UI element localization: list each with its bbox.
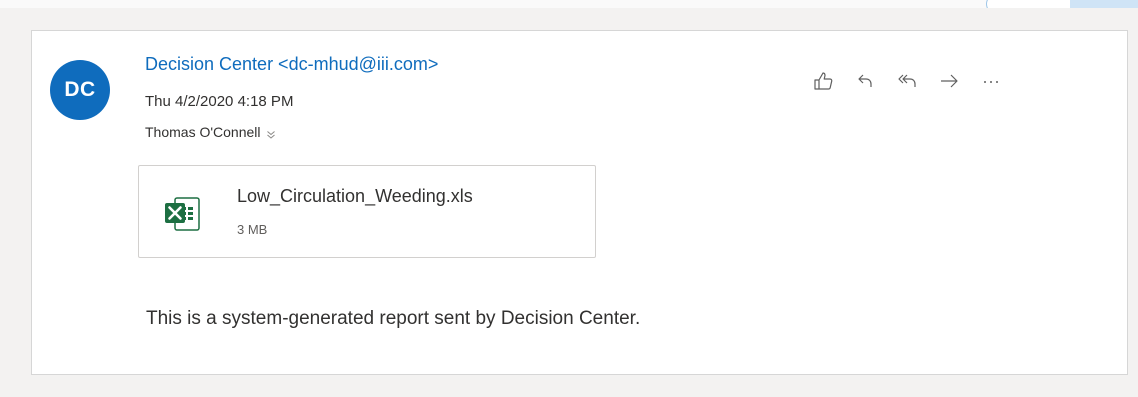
- avatar-initials: DC: [64, 78, 96, 101]
- thumbs-up-icon: [814, 72, 833, 90]
- reply-icon: [858, 74, 872, 87]
- attachment-card[interactable]: Low_Circulation_Weeding.xls 3 MB: [138, 165, 596, 258]
- message-body-text: This is a system-generated report sent b…: [146, 308, 641, 329]
- recipient-name: Thomas O'Connell: [145, 124, 261, 140]
- sent-date: Thu 4/2/2020 4:18 PM: [145, 93, 294, 110]
- reply-all-button[interactable]: [890, 64, 924, 98]
- forward-arrow-icon: [941, 74, 958, 88]
- sender-name[interactable]: Decision Center <dc-mhud@iii.com>: [145, 54, 438, 75]
- attachment-file-name: Low_Circulation_Weeding.xls: [237, 186, 473, 206]
- more-actions-button[interactable]: [974, 64, 1008, 98]
- attachment-file-size: 3 MB: [237, 222, 268, 237]
- tab-edge: [986, 0, 1078, 8]
- forward-button[interactable]: [932, 64, 966, 98]
- recipient-row: Thomas O'Connell: [145, 124, 276, 140]
- tab-highlight: [1070, 0, 1138, 8]
- like-button[interactable]: [806, 64, 840, 98]
- reply-all-icon: [898, 74, 916, 87]
- excel-file-icon: [165, 197, 200, 231]
- message-actions-toolbar: [806, 64, 1016, 98]
- top-right-tab-fragment: [978, 0, 1138, 8]
- chevron-down-double-icon[interactable]: [266, 127, 276, 139]
- reply-button[interactable]: [848, 64, 882, 98]
- more-icon: [984, 81, 998, 83]
- sender-avatar[interactable]: DC: [50, 60, 110, 120]
- top-strip: [0, 0, 1138, 8]
